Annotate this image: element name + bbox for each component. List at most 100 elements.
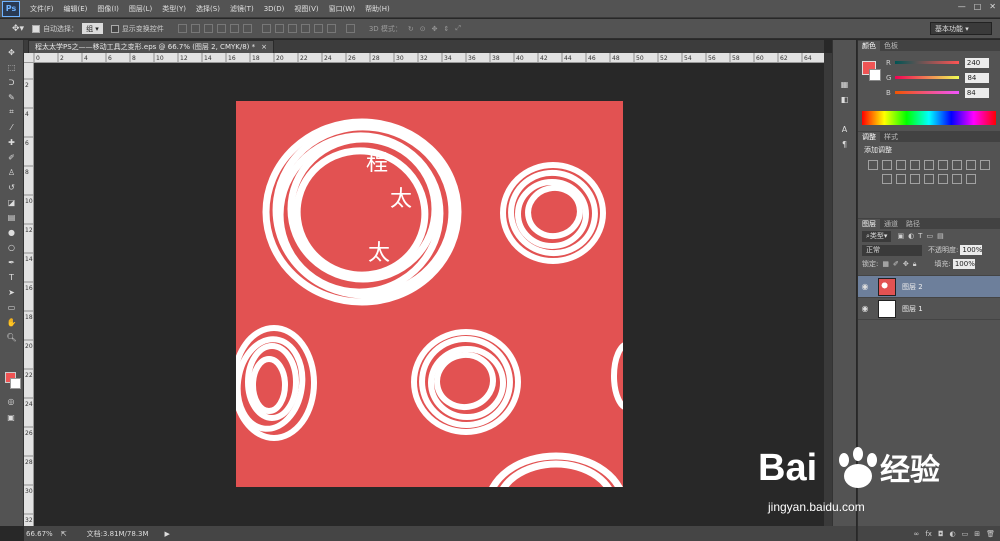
distribute-top-icon[interactable]	[261, 24, 271, 33]
menu-layer[interactable]: 图层(L)	[129, 4, 152, 14]
visibility-eye-icon[interactable]: ◉	[858, 282, 872, 291]
quick-mask-icon[interactable]: ◎	[5, 395, 17, 407]
color-spectrum-bar[interactable]	[862, 111, 996, 125]
posterize-icon[interactable]	[924, 174, 934, 184]
align-bottom-icon[interactable]	[203, 24, 213, 33]
channel-b-value[interactable]: 84	[964, 87, 989, 98]
3d-rotate-icon[interactable]: ↻	[408, 25, 414, 33]
history-brush-tool-icon[interactable]: ↺	[6, 181, 18, 193]
lock-paint-icon[interactable]: ✐	[893, 260, 899, 268]
clone-stamp-tool-icon[interactable]: ♙	[6, 166, 18, 178]
link-layers-icon[interactable]: ∞	[914, 530, 920, 538]
channel-r-value[interactable]: 240	[964, 57, 989, 68]
3d-slide-icon[interactable]: ⇕	[444, 25, 450, 33]
filter-shape-icon[interactable]: ▭	[926, 232, 933, 240]
3d-pan-icon[interactable]: ✥	[432, 25, 438, 33]
channel-b-slider[interactable]	[894, 91, 959, 94]
character-panel-icon[interactable]: A	[839, 123, 851, 135]
dodge-tool-icon[interactable]: ○	[6, 241, 18, 253]
move-tool-preset-icon[interactable]: ✥▾	[12, 24, 24, 34]
move-tool-icon[interactable]: ✥	[6, 46, 18, 58]
menu-filter[interactable]: 滤镜(T)	[230, 4, 254, 14]
pen-tool-icon[interactable]: ✒	[6, 256, 18, 268]
align-right-icon[interactable]	[242, 24, 252, 33]
align-vcenter-icon[interactable]	[190, 24, 200, 33]
transform-controls-checkbox[interactable]	[110, 24, 119, 33]
align-hcenter-icon[interactable]	[229, 24, 239, 33]
distribute-right-icon[interactable]	[326, 24, 336, 33]
document-canvas[interactable]: 程 太 太	[236, 101, 623, 487]
tab-swatches[interactable]: 色板	[880, 41, 902, 51]
3d-scale-icon[interactable]: ⤢	[455, 24, 461, 33]
photo-filter-icon[interactable]	[980, 160, 990, 170]
hand-tool-icon[interactable]: ✋	[6, 316, 18, 328]
exposure-icon[interactable]	[910, 160, 920, 170]
rectangle-tool-icon[interactable]: ▭	[6, 301, 18, 313]
channel-r-slider[interactable]	[894, 61, 959, 64]
filter-pixel-icon[interactable]: ▣	[897, 232, 904, 240]
black-white-icon[interactable]	[966, 160, 976, 170]
channel-g-slider[interactable]	[895, 76, 960, 79]
properties-panel-icon[interactable]: ◧	[839, 93, 851, 105]
crop-tool-icon[interactable]: ⌗	[6, 106, 18, 118]
hue-saturation-icon[interactable]	[938, 160, 948, 170]
delete-layer-icon[interactable]: 🗑	[986, 530, 995, 538]
blur-tool-icon[interactable]: ●	[6, 226, 18, 238]
gradient-tool-icon[interactable]: ▤	[6, 211, 18, 223]
auto-align-icon[interactable]	[345, 24, 355, 33]
curves-icon[interactable]	[896, 160, 906, 170]
menu-select[interactable]: 选择(S)	[196, 4, 220, 14]
fill-value[interactable]: 100%	[952, 259, 975, 269]
quick-select-tool-icon[interactable]: ✎	[6, 91, 18, 103]
menu-3d[interactable]: 3D(D)	[264, 5, 285, 13]
menu-help[interactable]: 帮助(H)	[365, 4, 390, 14]
menu-view[interactable]: 视图(V)	[294, 4, 318, 14]
brightness-icon[interactable]	[868, 160, 878, 170]
new-group-icon[interactable]: ▭	[962, 530, 969, 538]
distribute-bottom-icon[interactable]	[287, 24, 297, 33]
add-mask-icon[interactable]: ◘	[938, 530, 944, 538]
healing-brush-tool-icon[interactable]: ✚	[6, 136, 18, 148]
menu-image[interactable]: 图像(I)	[97, 4, 119, 14]
eraser-tool-icon[interactable]: ◪	[6, 196, 18, 208]
layer-style-icon[interactable]: fx	[925, 530, 932, 538]
layer-row-2[interactable]: ◉ 图层 2	[858, 276, 1000, 298]
levels-icon[interactable]	[882, 160, 892, 170]
tab-adjustments[interactable]: 调整	[858, 131, 880, 142]
adjustment-layer-icon[interactable]: ◐	[950, 530, 956, 538]
channel-mixer-icon[interactable]	[882, 174, 892, 184]
color-lookup-icon[interactable]	[896, 174, 906, 184]
eyedropper-tool-icon[interactable]: ⁄	[6, 121, 18, 133]
document-tab[interactable]: 程太太学PS之——移动工具之变形.eps @ 66.7% (图层 2, CMYK…	[28, 40, 274, 53]
marquee-tool-icon[interactable]: ⬚	[6, 61, 18, 73]
opacity-value[interactable]: 100%	[960, 245, 982, 255]
visibility-eye-icon[interactable]: ◉	[858, 304, 872, 313]
tab-paths[interactable]: 路径	[902, 219, 924, 229]
blend-mode-dropdown[interactable]: 正常	[862, 244, 922, 256]
auto-select-checkbox[interactable]	[32, 24, 41, 33]
filter-adjust-icon[interactable]: ◐	[908, 232, 914, 240]
tab-color[interactable]: 颜色	[858, 40, 880, 51]
menu-edit[interactable]: 编辑(E)	[64, 4, 88, 14]
layer-filter-dropdown[interactable]: ⌕ 类型 ▾	[862, 230, 892, 242]
tab-styles[interactable]: 样式	[880, 132, 902, 142]
menu-type[interactable]: 类型(Y)	[162, 4, 186, 14]
threshold-icon[interactable]	[938, 174, 948, 184]
vibrance-icon[interactable]	[924, 160, 934, 170]
background-color-swatch[interactable]	[10, 378, 21, 389]
distribute-hcenter-icon[interactable]	[313, 24, 323, 33]
auto-select-dropdown[interactable]: 组 ▾	[82, 23, 103, 34]
screen-mode-icon[interactable]: ▣	[5, 411, 17, 423]
channel-g-value[interactable]: 84	[965, 72, 990, 83]
lock-all-icon[interactable]: 🔒︎	[913, 260, 917, 269]
layer-row-1[interactable]: ◉ 图层 1	[858, 298, 1000, 320]
menu-file[interactable]: 文件(F)	[30, 4, 54, 14]
minimize-button[interactable]: —	[958, 2, 966, 11]
lock-move-icon[interactable]: ✥	[903, 260, 909, 268]
close-button[interactable]: ✕	[989, 2, 996, 11]
paragraph-panel-icon[interactable]: ¶	[839, 138, 851, 150]
tab-channels[interactable]: 通道	[880, 219, 902, 229]
status-menu-arrow[interactable]: ▶	[165, 530, 170, 538]
tab-layers[interactable]: 图层	[858, 218, 880, 229]
filter-type-icon[interactable]: T	[918, 232, 922, 240]
